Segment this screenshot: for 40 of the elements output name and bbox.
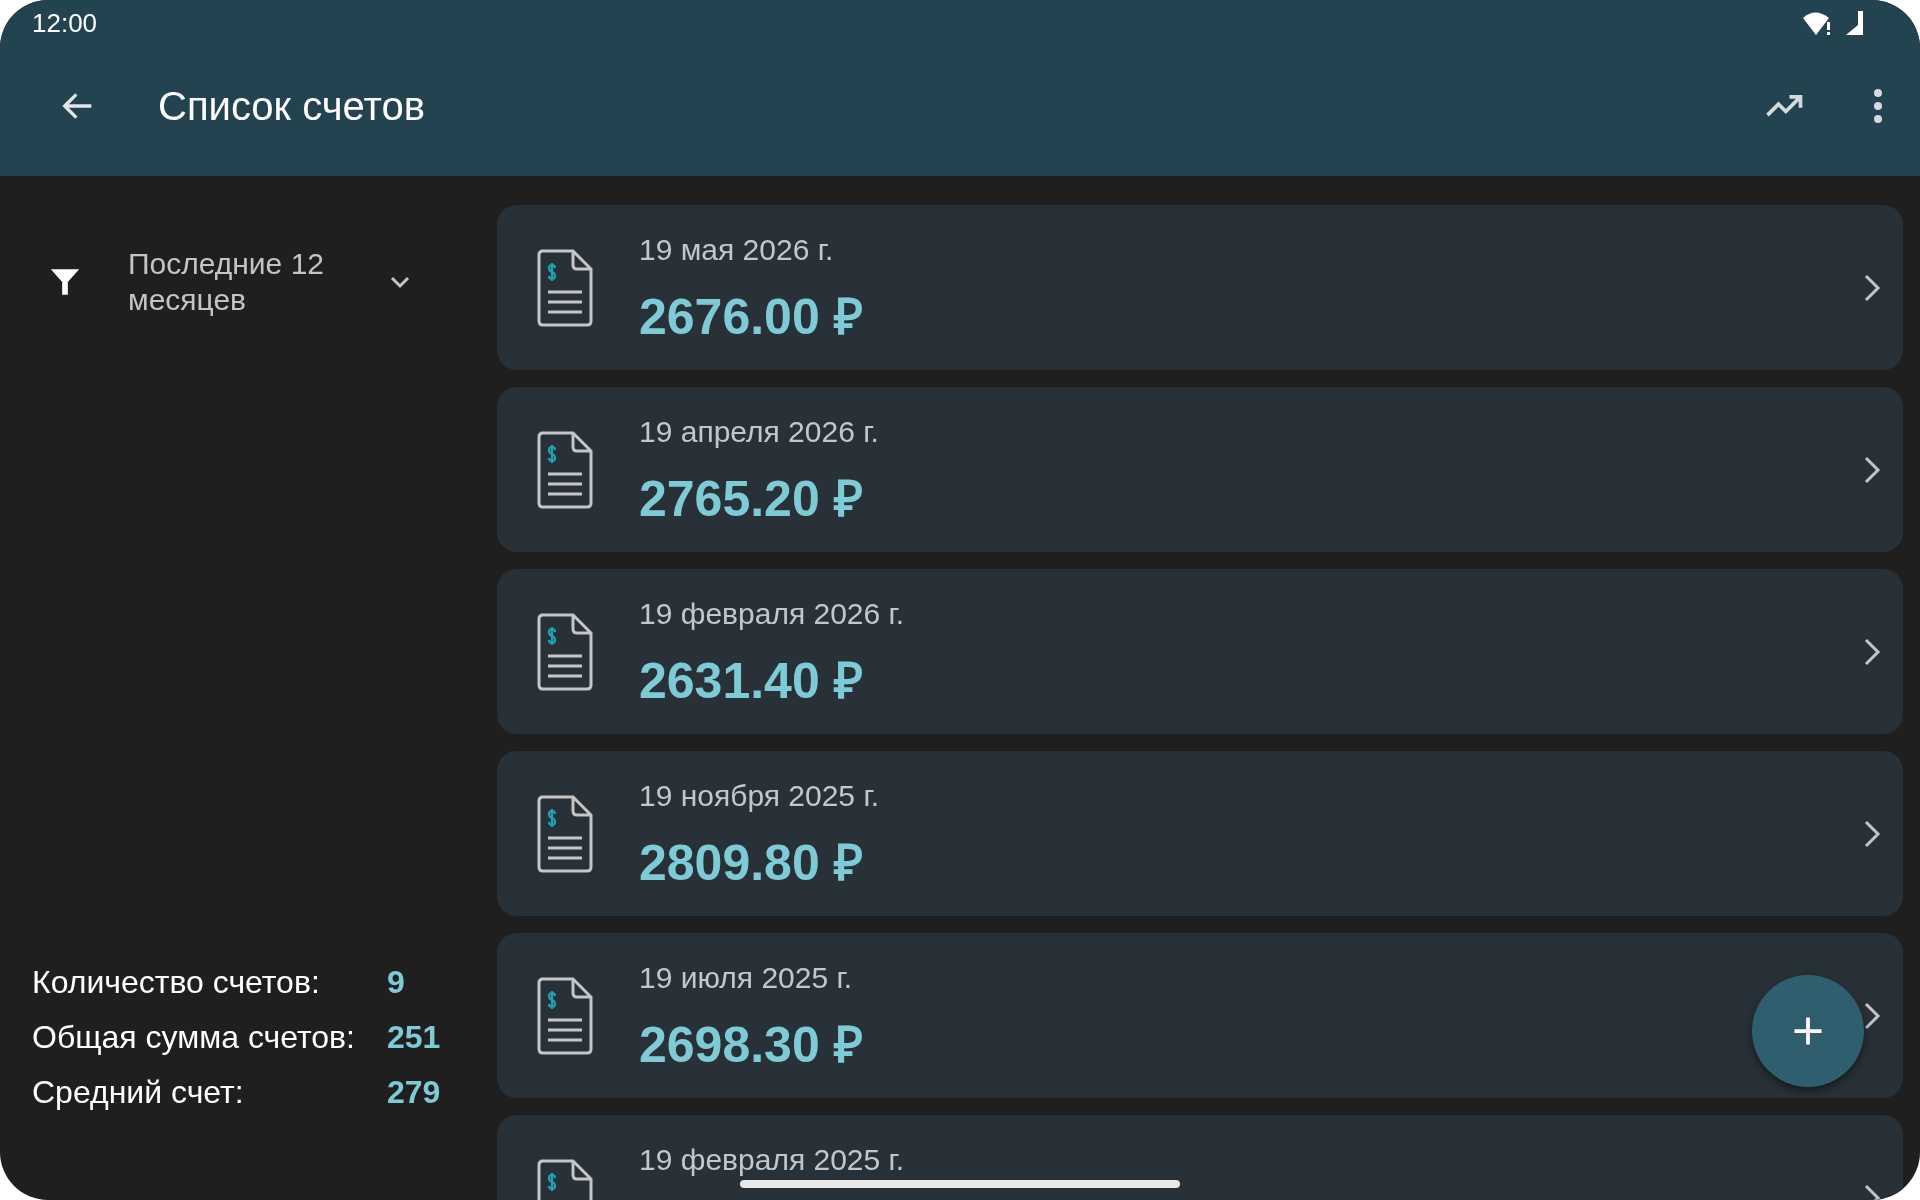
invoice-icon [535, 611, 595, 692]
invoice-card[interactable]: 19 июля 2025 г. 2698.30 ₽ [497, 933, 1903, 1098]
summary-value: 9 [387, 964, 406, 1000]
summary-label: Общая сумма счетов: [32, 1019, 356, 1055]
chevron-right-icon [1863, 636, 1881, 667]
wifi-icon [1802, 10, 1832, 36]
screen-title: Список счетов [158, 83, 426, 129]
invoice-date: 19 февраля 2026 г. [639, 597, 905, 631]
chevron-down-icon [388, 274, 412, 290]
invoice-card[interactable]: 19 февраля 2025 г. [497, 1115, 1903, 1200]
summary-label: Средний счет: [32, 1074, 245, 1110]
invoice-date: 19 ноября 2025 г. [639, 779, 879, 813]
period-filter-dropdown[interactable]: Последние 12 месяцев [0, 206, 497, 336]
summary-value: 279 [387, 1074, 442, 1110]
invoice-icon [535, 975, 595, 1056]
invoice-date: 19 июля 2025 г. [639, 961, 853, 995]
invoice-date: 19 апреля 2026 г. [639, 415, 879, 449]
summary-value: 251 [387, 1019, 442, 1055]
invoice-amount: 2631.40 ₽ [639, 652, 863, 711]
invoice-card[interactable]: 19 мая 2026 г. 2676.00 ₽ [497, 205, 1903, 370]
invoice-amount: 2809.80 ₽ [639, 834, 863, 893]
invoice-icon [535, 247, 595, 328]
signal-icon [1846, 10, 1864, 36]
invoice-card[interactable]: 19 ноября 2025 г. 2809.80 ₽ [497, 751, 1903, 916]
invoice-card[interactable]: 19 февраля 2026 г. 2631.40 ₽ [497, 569, 1903, 734]
summary-label: Количество счетов: [32, 964, 321, 1000]
invoice-amount: 2676.00 ₽ [639, 288, 863, 347]
chevron-right-icon [1863, 272, 1881, 303]
invoice-card[interactable]: 19 апреля 2026 г. 2765.20 ₽ [497, 387, 1903, 552]
invoice-amount: 2698.30 ₽ [639, 1016, 863, 1075]
chevron-right-icon [1863, 454, 1881, 485]
invoice-date: 19 мая 2026 г. [639, 233, 834, 267]
chevron-right-icon [1863, 818, 1881, 849]
invoice-date: 19 февраля 2025 г. [639, 1143, 905, 1177]
invoice-icon [535, 429, 595, 510]
status-time: 12:00 [32, 7, 98, 39]
chevron-right-icon [1863, 1000, 1881, 1031]
invoice-amount: 2765.20 ₽ [639, 470, 863, 529]
filter-label: Последние 12 месяцев [128, 246, 325, 318]
invoice-icon [535, 793, 595, 874]
